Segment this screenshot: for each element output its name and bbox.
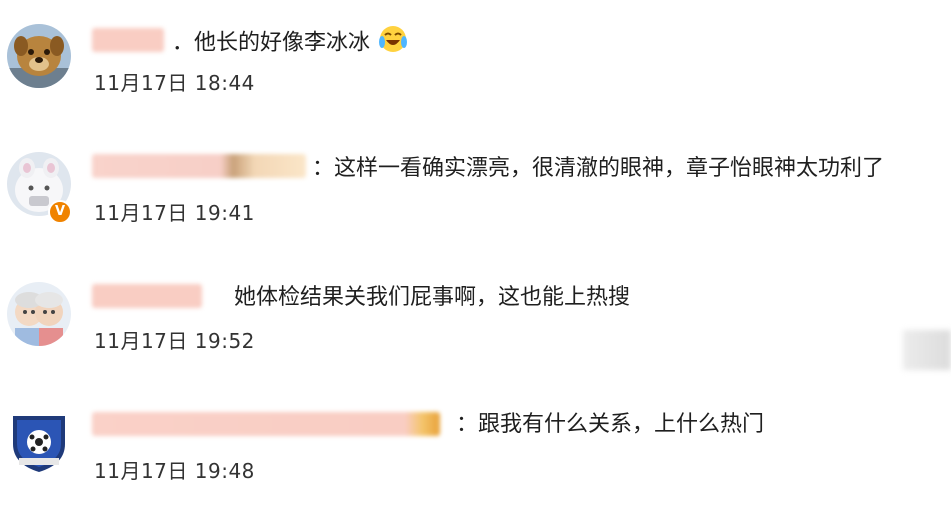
comment-item: ：跟我有什么关系，上什么热门 11月17日 19:48	[0, 386, 951, 506]
comment-item: V ：这样一看确实漂亮，很清澈的眼神，章子怡眼神太功利了 11月17日 19:4…	[0, 120, 951, 240]
comment-item: 她体检结果关我们屁事啊，这也能上热搜 11月17日 19:52	[0, 256, 951, 376]
blurred-username[interactable]	[92, 154, 306, 178]
comment-timestamp: 11月17日 19:52	[94, 329, 255, 353]
comment-text: ：这样一看确实漂亮，很清澈的眼神，章子怡眼神太功利了	[312, 156, 885, 181]
blurred-username[interactable]	[92, 28, 164, 52]
comment-timestamp: 11月17日 19:41	[94, 201, 255, 225]
comment-text: 她体检结果关我们屁事啊，这也能上热搜	[234, 285, 631, 310]
verified-badge-icon: V	[48, 200, 72, 224]
old-couple-cartoon-avatar-icon	[7, 282, 71, 346]
user-avatar[interactable]	[7, 410, 71, 474]
comment-feed: { "comments": [ { "text": "．他长的好像李冰冰", "…	[0, 0, 951, 486]
football-club-crest-avatar-icon	[7, 410, 71, 474]
brown-dog-avatar-icon	[7, 24, 71, 88]
comment-item: ．他长的好像李冰冰 11月17日 18:44	[0, 0, 951, 120]
scroll-edge-artifact	[903, 330, 951, 370]
crying-laughing-emoji-icon	[377, 24, 409, 63]
comment-timestamp: 11月17日 18:44	[94, 71, 255, 95]
comment-timestamp: 11月17日 19:48	[94, 459, 255, 483]
comment-text: ．他长的好像李冰冰	[172, 24, 409, 63]
blurred-username[interactable]	[92, 412, 440, 436]
user-avatar[interactable]	[7, 282, 71, 346]
user-avatar[interactable]	[7, 24, 71, 88]
blurred-username[interactable]	[92, 284, 202, 308]
comment-text: ：跟我有什么关系，上什么热门	[456, 412, 765, 437]
